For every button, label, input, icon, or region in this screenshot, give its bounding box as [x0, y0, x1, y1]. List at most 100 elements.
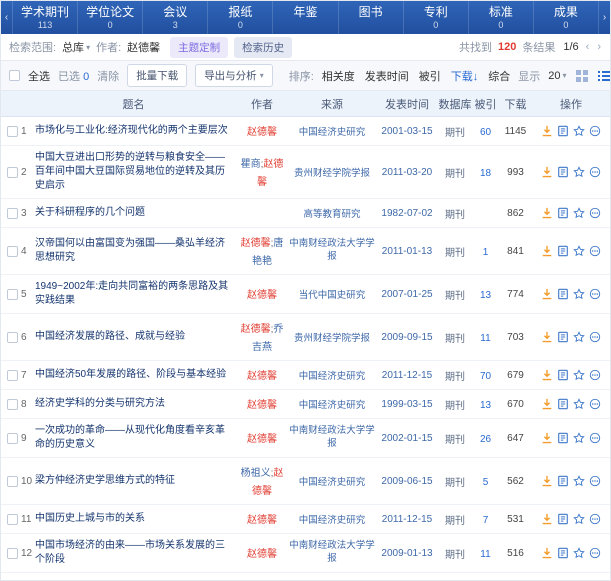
more-icon[interactable] [589, 207, 601, 219]
download-icon[interactable] [541, 398, 553, 410]
export-analyze-button[interactable]: 导出与分析 ▾ [195, 64, 273, 87]
title-link[interactable]: 中国经济50年发展的路径、阶段与基本经验 [35, 368, 232, 382]
cited-link[interactable]: 13 [480, 400, 491, 411]
source-link[interactable]: 高等教育研究 [303, 209, 360, 221]
nav-tab-2[interactable]: 学位论文0 [78, 1, 143, 34]
title-link[interactable]: 中国大豆进出口形势的逆转与粮食安全——百年间中国大豆国际贸易地位的逆转及其历史启… [35, 151, 232, 193]
clear-button[interactable]: 清除 [97, 68, 119, 84]
row-checkbox[interactable] [7, 370, 18, 381]
row-checkbox[interactable] [7, 167, 18, 178]
source-link[interactable]: 中国经济史研究 [299, 515, 366, 527]
row-checkbox[interactable] [7, 476, 18, 487]
prev-page-icon[interactable]: ‹ [585, 41, 591, 53]
download-icon[interactable] [541, 166, 553, 178]
source-link[interactable]: 当代中国史研究 [299, 290, 366, 302]
cited-link[interactable]: 13 [480, 290, 491, 301]
more-icon[interactable] [589, 288, 601, 300]
nav-scroll-left-icon[interactable]: ‹ [1, 1, 12, 34]
cited-link[interactable]: 70 [480, 371, 491, 382]
source-link[interactable]: 中国经济史研究 [299, 127, 366, 139]
download-icon[interactable] [541, 369, 553, 381]
more-icon[interactable] [589, 125, 601, 137]
source-link[interactable]: 中国经济史研究 [299, 477, 366, 489]
nav-tab-4[interactable]: 报纸0 [208, 1, 273, 34]
list-view-icon[interactable] [597, 69, 611, 83]
author-link[interactable]: 赵德馨 [247, 400, 277, 411]
title-link[interactable]: 关于科研程序的几个问题 [35, 206, 232, 220]
more-icon[interactable] [589, 369, 601, 381]
title-link[interactable]: 中国市场经济的由来——市场关系发展的三个阶段 [35, 539, 232, 567]
html-read-icon[interactable] [557, 207, 569, 219]
nav-tab-6[interactable]: 图书 [339, 1, 404, 34]
grid-view-icon[interactable] [575, 69, 589, 83]
source-link[interactable]: 贵州财经学院学报 [294, 333, 370, 345]
more-icon[interactable] [589, 245, 601, 257]
select-all-label[interactable]: 全选 [28, 68, 50, 84]
search-history-button[interactable]: 检索历史 [234, 37, 292, 58]
html-read-icon[interactable] [557, 331, 569, 343]
title-link[interactable]: 经济史学科的分类与研究方法 [35, 397, 232, 411]
row-checkbox[interactable] [7, 208, 18, 219]
author-link[interactable]: 赵德馨 [247, 434, 277, 445]
cited-link[interactable]: 5 [483, 477, 489, 488]
author-link[interactable]: 赵德馨 [247, 549, 277, 560]
author-link[interactable]: 杨祖义 [241, 468, 271, 479]
scope-select[interactable]: 总库 ▾ [62, 39, 90, 55]
next-page-icon[interactable]: › [596, 41, 602, 53]
author-link[interactable]: 赵德馨 [241, 238, 271, 249]
row-checkbox[interactable] [7, 548, 18, 559]
more-icon[interactable] [589, 432, 601, 444]
nav-scroll-right-icon[interactable]: › [599, 1, 610, 34]
favorite-icon[interactable] [573, 207, 585, 219]
row-checkbox[interactable] [7, 399, 18, 410]
html-read-icon[interactable] [557, 125, 569, 137]
more-icon[interactable] [589, 513, 601, 525]
cited-link[interactable]: 11 [480, 549, 490, 560]
row-checkbox[interactable] [7, 332, 18, 343]
row-checkbox[interactable] [7, 514, 18, 525]
download-icon[interactable] [541, 245, 553, 257]
cited-link[interactable]: 7 [483, 515, 489, 526]
nav-tab-9[interactable]: 成果0 [534, 1, 599, 34]
favorite-icon[interactable] [573, 398, 585, 410]
favorite-icon[interactable] [573, 475, 585, 487]
more-icon[interactable] [589, 398, 601, 410]
row-checkbox[interactable] [7, 126, 18, 137]
author-link[interactable]: 瞿商 [241, 159, 261, 170]
more-icon[interactable] [589, 166, 601, 178]
cited-link[interactable]: 1 [483, 247, 489, 258]
more-icon[interactable] [589, 547, 601, 559]
sort-option-5[interactable]: 综合 [488, 68, 510, 84]
title-link[interactable]: 梁方仲经济史学思维方式的特征 [35, 474, 232, 488]
sort-option-4[interactable]: 下载↓ [451, 68, 479, 84]
title-link[interactable]: 中国历史上城与市的关系 [35, 512, 232, 526]
title-link[interactable]: 一次成功的革命——从现代化角度看辛亥革命的历史意义 [35, 424, 232, 452]
download-icon[interactable] [541, 513, 553, 525]
source-link[interactable]: 中国经济史研究 [299, 400, 366, 412]
topic-custom-button[interactable]: 主题定制 [170, 37, 228, 58]
html-read-icon[interactable] [557, 245, 569, 257]
sort-option-2[interactable]: 发表时间 [365, 68, 409, 84]
favorite-icon[interactable] [573, 432, 585, 444]
favorite-icon[interactable] [573, 245, 585, 257]
source-link[interactable]: 中南财经政法大学学报 [288, 425, 376, 450]
cited-link[interactable]: 11 [480, 333, 490, 344]
download-icon[interactable] [541, 432, 553, 444]
html-read-icon[interactable] [557, 432, 569, 444]
source-link[interactable]: 中国经济史研究 [299, 371, 366, 383]
author-link[interactable]: 赵德馨 [247, 371, 277, 382]
title-link[interactable]: 中国经济发展的路径、成就与经验 [35, 330, 232, 344]
download-icon[interactable] [541, 125, 553, 137]
title-link[interactable]: 1949~2002年:走向共同富裕的两条思路及其实践结果 [35, 280, 232, 308]
title-link[interactable]: 汉帝国何以由富国变为强国——桑弘羊经济思想研究 [35, 237, 232, 265]
favorite-icon[interactable] [573, 513, 585, 525]
html-read-icon[interactable] [557, 513, 569, 525]
download-icon[interactable] [541, 207, 553, 219]
html-read-icon[interactable] [557, 475, 569, 487]
download-icon[interactable] [541, 331, 553, 343]
cited-link[interactable]: 60 [480, 127, 491, 138]
more-icon[interactable] [589, 331, 601, 343]
download-icon[interactable] [541, 475, 553, 487]
nav-tab-3[interactable]: 会议3 [143, 1, 208, 34]
title-link[interactable]: 市场化与工业化:经济现代化的两个主要层次 [35, 124, 232, 138]
